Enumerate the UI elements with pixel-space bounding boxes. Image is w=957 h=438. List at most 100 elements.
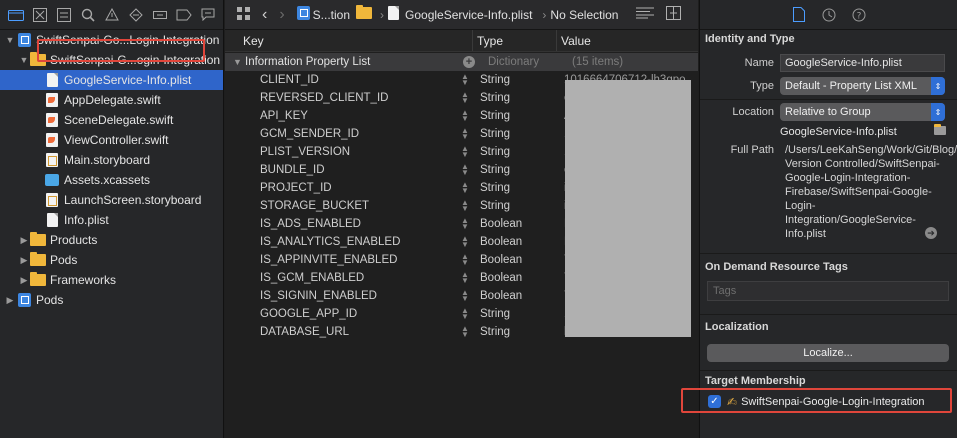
tree-item-scenedelegate[interactable]: SceneDelegate.swift <box>0 110 223 130</box>
symbol-icon[interactable] <box>52 4 76 26</box>
tree-item-products[interactable]: ▶ Products <box>0 230 223 250</box>
tree-item-assets[interactable]: Assets.xcassets <box>0 170 223 190</box>
type-stepper-icon[interactable]: ▲ ▼ <box>454 325 476 339</box>
tree-item-pods-project[interactable]: ▶ Pods <box>0 290 223 310</box>
tree-item-label: Info.plist <box>64 213 109 227</box>
type-stepper-icon[interactable]: ▲ ▼ <box>454 253 476 267</box>
search-icon[interactable] <box>76 4 100 26</box>
location-popup[interactable]: Relative to Group ⇕ <box>780 103 945 121</box>
storyboard-icon <box>44 153 60 167</box>
tree-item-frameworks[interactable]: ▶ Frameworks <box>0 270 223 290</box>
type-stepper-icon[interactable]: ▲ ▼ <box>454 199 476 213</box>
breadcrumb-project[interactable]: S...tion <box>313 8 350 22</box>
location-label: Location <box>732 106 774 118</box>
folder-icon[interactable] <box>4 4 28 26</box>
location-file-row: GoogleService-Info.plist <box>700 122 957 142</box>
project-icon <box>16 293 32 307</box>
type-stepper-icon[interactable]: ▲ ▼ <box>454 307 476 321</box>
section-title-target: Target Membership <box>705 375 806 387</box>
column-header-key[interactable]: Key <box>225 30 473 51</box>
forward-arrow-icon[interactable]: › <box>279 6 284 24</box>
plist-key: PROJECT_ID <box>260 182 332 194</box>
tree-item-label: SceneDelegate.swift <box>64 113 174 127</box>
plist-type: Boolean <box>480 272 523 284</box>
plist-type: String <box>480 164 511 176</box>
plist-type: Boolean <box>480 290 523 302</box>
type-stepper-icon[interactable]: ▲ ▼ <box>454 235 476 249</box>
type-stepper-icon[interactable]: ▲ ▼ <box>454 73 476 87</box>
type-stepper-icon[interactable]: ▲ ▼ <box>454 109 476 123</box>
tree-item-info-plist[interactable]: Info.plist <box>0 210 223 230</box>
tree-item-pods-group[interactable]: ▶ Pods <box>0 250 223 270</box>
breadcrumb-file[interactable]: GoogleService-Info.plist <box>405 8 532 22</box>
tree-item-launchscreen[interactable]: LaunchScreen.storyboard <box>0 190 223 210</box>
debug-icon[interactable] <box>148 4 172 26</box>
warning-icon[interactable] <box>100 4 124 26</box>
assets-icon <box>44 173 60 187</box>
tree-item-label: Assets.xcassets <box>64 173 151 187</box>
swift-file-icon <box>44 93 60 107</box>
localize-button[interactable]: Localize... <box>707 344 949 362</box>
breadcrumb-selection[interactable]: No Selection <box>550 8 618 22</box>
plist-key: IS_ADS_ENABLED <box>260 218 361 230</box>
divider <box>700 370 957 371</box>
tree-item-appdelegate[interactable]: AppDelegate.swift <box>0 90 223 110</box>
type-stepper-icon[interactable]: ▲ ▼ <box>454 127 476 141</box>
tree-item-main-storyboard[interactable]: Main.storyboard <box>0 150 223 170</box>
plist-type: String <box>480 146 511 158</box>
disclosure-closed-icon[interactable]: ▶ <box>18 235 30 246</box>
type-stepper-icon[interactable]: ▲ ▼ <box>454 145 476 159</box>
type-popup[interactable]: Default - Property List XML ⇕ <box>780 77 945 95</box>
type-stepper-icon[interactable]: ▲ ▼ <box>454 91 476 105</box>
navigator-toolbar <box>0 0 223 30</box>
folder-icon <box>30 272 46 287</box>
disclosure-closed-icon[interactable]: ▶ <box>18 275 30 286</box>
plist-type: String <box>480 182 511 194</box>
type-stepper-icon[interactable]: ▲ ▼ <box>454 163 476 177</box>
plist-type: Boolean <box>480 236 523 248</box>
column-header-value[interactable]: Value <box>557 30 698 51</box>
disclosure-closed-icon[interactable]: ▶ <box>4 295 16 306</box>
disclosure-open-icon[interactable]: ▼ <box>233 57 243 67</box>
plist-editor: ‹ › S...tion › GoogleService-Info.plist … <box>225 0 698 438</box>
test-icon[interactable] <box>124 4 148 26</box>
chevron-updown-icon: ⇕ <box>931 77 945 95</box>
chevron-right-icon: › <box>380 7 385 22</box>
type-stepper-icon[interactable]: ▲ ▼ <box>454 289 476 303</box>
split-editor-icon[interactable] <box>666 6 682 23</box>
tree-item-label: AppDelegate.swift <box>64 93 161 107</box>
divider <box>700 314 957 315</box>
tags-input[interactable]: Tags <box>707 281 949 301</box>
back-arrow-icon[interactable]: ‹ <box>262 6 267 24</box>
help-icon[interactable]: ? <box>849 5 869 25</box>
plist-root-row[interactable]: ▼ Information Property List + Dictionary… <box>225 53 698 71</box>
add-item-icon[interactable]: + <box>463 56 475 68</box>
reveal-arrow-icon[interactable]: ➔ <box>925 227 937 239</box>
plist-column-headers: Key Type Value <box>225 30 698 52</box>
tree-item-viewcontroller[interactable]: ViewController.swift <box>0 130 223 150</box>
type-stepper-icon[interactable]: ▲ ▼ <box>454 271 476 285</box>
section-title-identity: Identity and Type <box>705 33 795 45</box>
disclosure-closed-icon[interactable]: ▶ <box>18 255 30 266</box>
plist-key: GCM_SENDER_ID <box>260 128 360 140</box>
name-field[interactable]: GoogleService-Info.plist <box>780 54 945 72</box>
folder-icon[interactable] <box>934 124 946 138</box>
breakpoint-icon[interactable] <box>172 4 196 26</box>
folder-icon <box>30 252 46 267</box>
plist-key: IS_SIGNIN_ENABLED <box>260 290 377 302</box>
type-stepper-icon[interactable]: ▲ ▼ <box>454 181 476 195</box>
disclosure-open-icon[interactable]: ▼ <box>18 55 30 65</box>
type-stepper-icon[interactable]: ▲ ▼ <box>454 217 476 231</box>
report-icon[interactable] <box>196 4 220 26</box>
plist-key: API_KEY <box>260 110 308 122</box>
divider <box>700 253 957 254</box>
file-inspector-icon[interactable] <box>789 5 809 25</box>
grid-icon[interactable] <box>237 6 250 23</box>
column-header-type[interactable]: Type <box>473 30 557 51</box>
disclosure-open-icon[interactable]: ▼ <box>4 35 16 45</box>
source-control-icon[interactable] <box>28 4 52 26</box>
history-icon[interactable] <box>819 5 839 25</box>
tree-item-googleservice-plist[interactable]: GoogleService-Info.plist <box>0 70 223 90</box>
svg-text:?: ? <box>856 11 861 21</box>
lines-icon[interactable] <box>636 7 655 22</box>
